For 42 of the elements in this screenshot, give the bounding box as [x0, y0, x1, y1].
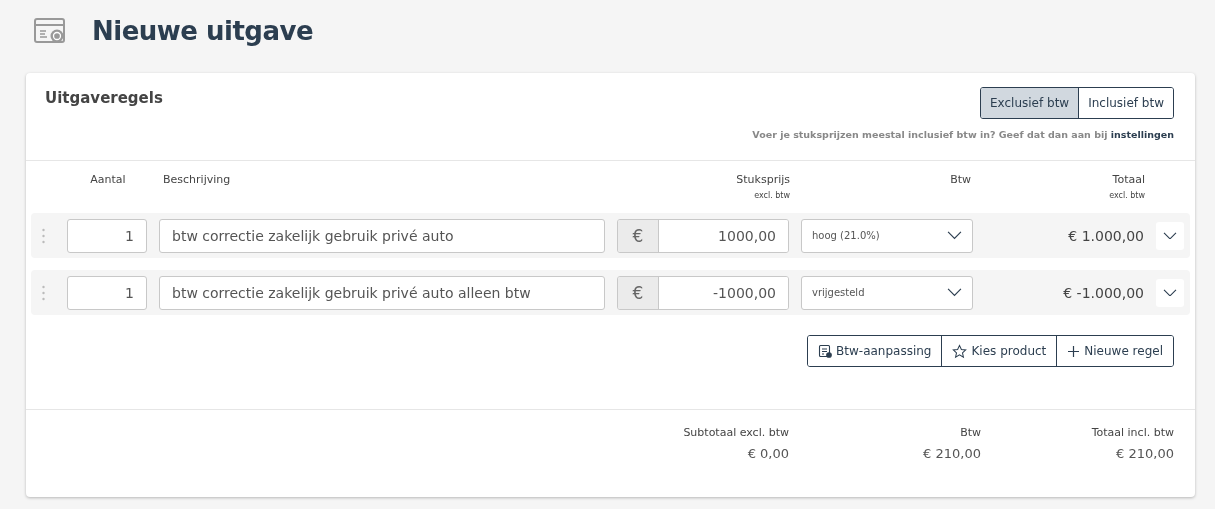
hint-text: Voer je stuksprijzen meestal inclusief btw in? Geef dat dan aan bij instellingen: [752, 129, 1174, 140]
column-header: Stuksprijs: [736, 173, 790, 186]
column-header: Beschrijving: [163, 173, 232, 186]
vat-mode-tab[interactable]: Inclusief btw: [1078, 88, 1173, 118]
summary-value: € 210,00: [1116, 446, 1174, 461]
chevron-down-icon: [947, 231, 962, 240]
column-header: Totaal: [1112, 173, 1145, 186]
price-field[interactable]: € 1000,00: [617, 218, 789, 253]
chevron-down-icon: [1163, 231, 1177, 240]
expand-button[interactable]: [1156, 278, 1184, 307]
section-title: Uitgaveregels: [45, 89, 163, 109]
column-header: Btw: [950, 173, 971, 186]
column-subheader: excl. btw: [1109, 191, 1145, 200]
vat-select[interactable]: vrijgesteld: [801, 275, 973, 310]
expand-button[interactable]: [1156, 221, 1184, 250]
description-field[interactable]: btw correctie zakelijk gebruik privé auto: [159, 218, 605, 253]
column-subheader: excl. btw: [754, 191, 790, 200]
expense-icon: [34, 18, 66, 44]
vat-select[interactable]: hoog (21.0%): [801, 218, 973, 253]
chevron-down-icon: [947, 288, 962, 297]
vat-mode-tab[interactable]: Exclusief btw: [981, 88, 1079, 118]
star-icon: [952, 343, 968, 359]
price-field[interactable]: € -1000,00: [617, 275, 789, 310]
line-total: € 1.000,00: [1067, 227, 1144, 244]
action-button[interactable]: Nieuwe regel: [1056, 336, 1173, 366]
drag-handle-icon[interactable]: [41, 227, 46, 244]
summary-value: € 0,00: [747, 446, 789, 461]
summary-label: Totaal incl. btw: [1091, 426, 1174, 439]
page-title: Nieuwe uitgave: [92, 16, 314, 46]
receipt-icon: [818, 344, 833, 358]
summary-value: € 210,00: [923, 446, 981, 461]
summary-label: Subtotaal excl. btw: [683, 426, 789, 439]
drag-handle-icon[interactable]: [41, 284, 46, 301]
line-total: € -1.000,00: [1062, 284, 1144, 301]
description-field[interactable]: btw correctie zakelijk gebruik privé auto alleen btw: [159, 275, 605, 310]
chevron-down-icon: [1163, 288, 1177, 297]
settings-link[interactable]: instellingen: [1110, 129, 1174, 140]
summary-label: Btw: [960, 426, 981, 439]
quantity-field[interactable]: 1: [67, 275, 147, 310]
column-header: Aantal: [90, 173, 126, 186]
plus-icon: [1067, 344, 1081, 358]
quantity-field[interactable]: 1: [67, 218, 147, 253]
